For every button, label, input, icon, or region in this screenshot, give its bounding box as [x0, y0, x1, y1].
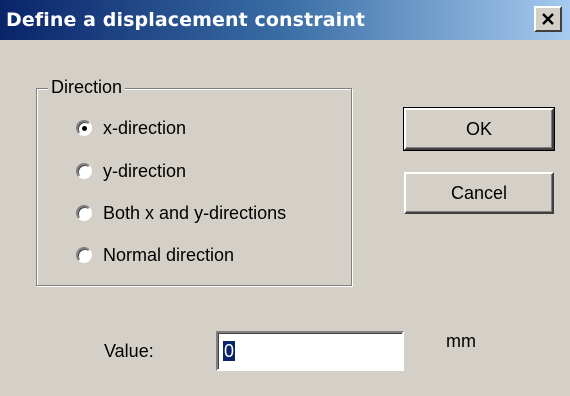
- radio-label-normal-direction: Normal direction: [103, 245, 235, 265]
- close-button[interactable]: [534, 6, 562, 32]
- radio-x-direction[interactable]: x-direction: [76, 116, 186, 140]
- window-title: Define a displacement constraint: [6, 9, 366, 31]
- unit-label: mm: [446, 331, 476, 351]
- value-input[interactable]: 0: [216, 331, 404, 371]
- radio-both-directions[interactable]: Both x and y-directions: [76, 201, 286, 225]
- close-icon: [542, 12, 554, 25]
- title-bar[interactable]: Define a displacement constraint: [0, 0, 570, 40]
- value-label: Value:: [104, 341, 154, 361]
- radio-label-both-directions: Both x and y-directions: [103, 203, 287, 223]
- radio-dot-icon: [81, 125, 87, 131]
- radio-label-y-direction: y-direction: [103, 161, 187, 181]
- radio-button-icon[interactable]: [76, 247, 92, 263]
- radio-button-icon[interactable]: [76, 163, 92, 179]
- direction-group-label: Direction: [48, 76, 126, 98]
- radio-y-direction[interactable]: y-direction: [76, 159, 186, 183]
- radio-button-icon[interactable]: [76, 205, 92, 221]
- radio-normal-direction[interactable]: Normal direction: [76, 243, 234, 267]
- value-input-text: 0: [223, 341, 236, 361]
- radio-label-x-direction: x-direction: [103, 118, 187, 138]
- radio-button-selected-icon[interactable]: [76, 120, 92, 136]
- displacement-constraint-dialog: Define a displacement constraint Directi…: [0, 0, 570, 396]
- cancel-button[interactable]: Cancel: [404, 172, 554, 214]
- ok-button[interactable]: OK: [403, 107, 555, 151]
